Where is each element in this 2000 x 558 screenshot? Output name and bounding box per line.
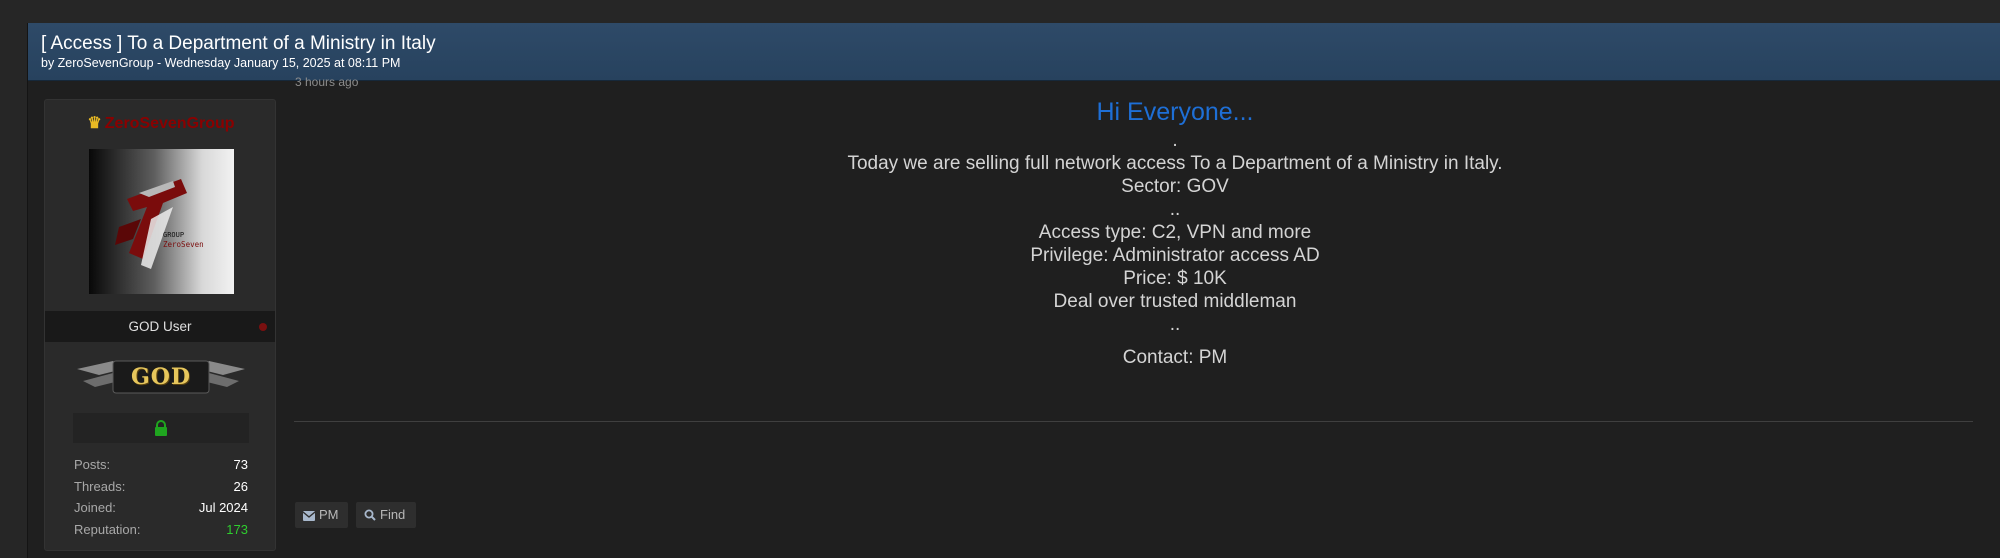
post-line: Privilege: Administrator access AD xyxy=(1030,245,1320,266)
lock-status-bar xyxy=(73,413,249,443)
find-button-label: Find xyxy=(380,507,406,522)
thread-byline: by ZeroSevenGroup - Wednesday January 15… xyxy=(41,56,401,70)
post-contact: Contact: PM xyxy=(1122,347,1228,368)
post-time[interactable]: 3 hours ago xyxy=(295,75,358,89)
rank-badge: GOD xyxy=(73,355,249,399)
stat-row-threads: Threads: 26 xyxy=(74,476,248,498)
avatar-logo: GROUP ZeroSeven xyxy=(115,179,204,269)
post-body: Hi Everyone... . Today we are selling fu… xyxy=(640,95,1710,369)
stat-label: Threads: xyxy=(74,478,126,494)
rank-label: GOD xyxy=(130,364,192,390)
post-greeting: Hi Everyone... xyxy=(1096,98,1254,126)
stat-row-joined: Joined: Jul 2024 xyxy=(74,497,248,519)
find-button[interactable]: Find xyxy=(356,502,416,528)
stat-label: Joined: xyxy=(74,500,116,515)
stat-label: Reputation: xyxy=(74,521,141,537)
envelope-icon xyxy=(302,511,316,521)
search-icon xyxy=(364,509,376,521)
avatar-text-top: GROUP xyxy=(163,231,184,239)
avatar[interactable]: GROUP ZeroSeven xyxy=(89,149,234,294)
offline-status-icon xyxy=(259,323,267,331)
author-username-row[interactable]: ♛ ZeroSevenGroup xyxy=(45,113,277,133)
stat-row-reputation: Reputation: 173 xyxy=(74,519,248,541)
author-username[interactable]: ZeroSevenGroup xyxy=(105,115,235,132)
stat-value: 26 xyxy=(233,478,248,494)
avatar-text-bottom: ZeroSeven xyxy=(163,240,204,249)
stat-value: Jul 2024 xyxy=(198,500,248,515)
user-title: GOD User xyxy=(128,319,192,334)
stat-value: 73 xyxy=(233,457,248,472)
post-line: Access type: C2, VPN and more xyxy=(1038,222,1312,243)
user-title-bar: GOD User xyxy=(45,311,275,342)
post-line: Price: $ 10K xyxy=(1123,268,1227,289)
thread-title: [ Access ] To a Department of a Ministry… xyxy=(41,33,436,54)
post-line: Sector: GOV xyxy=(1121,176,1229,197)
stat-row-posts: Posts: 73 xyxy=(74,454,248,476)
post-line: . xyxy=(1172,130,1178,151)
post-line: Today we are selling full network access… xyxy=(847,153,1503,174)
lock-icon xyxy=(155,420,167,436)
post-line: .. xyxy=(1169,199,1181,220)
thread-header: [ Access ] To a Department of a Ministry… xyxy=(28,23,2000,81)
stat-value-reputation[interactable]: 173 xyxy=(226,522,248,537)
post-divider xyxy=(294,421,1973,422)
post-line: .. xyxy=(1169,314,1181,335)
stat-label: Posts: xyxy=(74,457,111,472)
author-sidebar: ♛ ZeroSevenGroup GROUP ZeroSeven GOD User xyxy=(44,99,276,551)
pm-button[interactable]: PM xyxy=(295,502,348,528)
author-stats: Posts: 73 Threads: 26 Joined: Jul 2024 R… xyxy=(74,454,248,540)
pm-button-label: PM xyxy=(319,507,339,522)
post-line: Deal over trusted middleman xyxy=(1053,291,1297,312)
post-spacer xyxy=(640,336,1710,346)
crown-icon: ♛ xyxy=(87,115,102,132)
